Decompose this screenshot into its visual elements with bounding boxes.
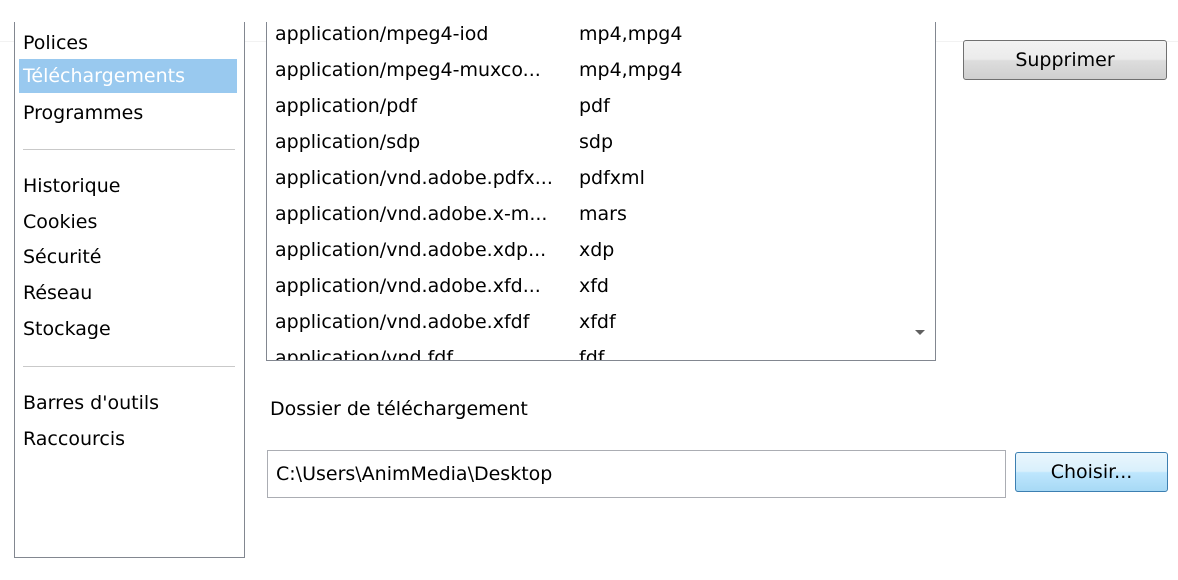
sidebar-item-raccourcis[interactable]: Raccourcis [19,422,237,456]
sidebar-item-label: Raccourcis [23,428,126,450]
sidebar-item-cookies[interactable]: Cookies [19,205,237,239]
sidebar-divider [23,149,235,150]
mime-type: application/vnd.adobe.x-m... [275,203,548,225]
sidebar-item-programmes[interactable]: Programmes [19,96,237,130]
mime-type: application/vnd.fdf [275,347,454,361]
list-item[interactable]: application/vnd.adobe.x-m... mars [275,196,895,232]
download-folder-input[interactable] [267,450,1006,498]
sidebar-item-label: Stockage [23,318,111,340]
mime-extensions: fdf [579,347,605,361]
sidebar-item-label: Programmes [23,102,144,124]
mime-extensions: xfdf [579,311,616,333]
list-item[interactable]: application/vnd.fdf fdf [275,340,895,361]
download-folder-label: Dossier de téléchargement [270,398,528,420]
mime-extensions: mp4,mpg4 [579,59,683,81]
mime-type: application/sdp [275,131,421,153]
sidebar-item-telechargements[interactable]: Téléchargements [19,59,237,93]
list-item[interactable]: application/vnd.adobe.xfd... xfd [275,268,895,304]
mime-type: application/vnd.adobe.pdfx... [275,167,553,189]
list-item[interactable]: application/mpeg4-iod mp4,mpg4 [275,22,895,52]
sidebar-item-label: Barres d'outils [23,392,160,414]
sidebar-item-label: Sécurité [23,246,102,268]
mime-extensions: pdfxml [579,167,645,189]
sidebar-item-label: Réseau [23,282,93,304]
mime-type: application/mpeg4-muxco... [275,59,541,81]
sidebar-item-barres-outils[interactable]: Barres d'outils [19,386,237,420]
scroll-down-icon[interactable] [915,330,925,335]
mime-extensions: sdp [579,131,614,153]
delete-button[interactable]: Supprimer [963,40,1167,80]
mime-extensions: xfd [579,275,609,297]
mime-type: application/pdf [275,95,418,117]
mime-extensions: xdp [579,239,615,261]
list-item[interactable]: application/pdf pdf [275,88,895,124]
mime-type-list[interactable]: application/mpeg4-iod mp4,mpg4 applicatio… [266,22,936,361]
list-item[interactable]: application/vnd.adobe.xfdf xfdf [275,304,895,340]
sidebar-item-polices[interactable]: Polices [19,26,237,60]
sidebar: Polices Téléchargements Programmes Histo… [14,22,245,558]
mime-type: application/mpeg4-iod [275,23,489,45]
sidebar-item-reseau[interactable]: Réseau [19,276,237,310]
sidebar-item-label: Téléchargements [23,65,185,87]
sidebar-item-historique[interactable]: Historique [19,169,237,203]
preferences-downloads-panel: Polices Téléchargements Programmes Histo… [0,0,1178,580]
list-item[interactable]: application/mpeg4-muxco... mp4,mpg4 [275,52,895,88]
list-item[interactable]: application/sdp sdp [275,124,895,160]
mime-extensions: mars [579,203,627,225]
sidebar-item-label: Cookies [23,211,98,233]
sidebar-item-stockage[interactable]: Stockage [19,312,237,346]
mime-type: application/vnd.adobe.xdp... [275,239,547,261]
list-item[interactable]: application/vnd.adobe.xdp... xdp [275,232,895,268]
mime-type: application/vnd.adobe.xfd... [275,275,541,297]
mime-type: application/vnd.adobe.xfdf [275,311,530,333]
sidebar-item-securite[interactable]: Sécurité [19,240,237,274]
sidebar-divider [23,366,235,367]
choose-folder-button[interactable]: Choisir... [1015,452,1168,492]
mime-extensions: mp4,mpg4 [579,23,683,45]
list-item[interactable]: application/vnd.adobe.pdfx... pdfxml [275,160,895,196]
mime-extensions: pdf [579,95,610,117]
sidebar-item-label: Historique [23,175,121,197]
sidebar-item-label: Polices [23,32,88,54]
